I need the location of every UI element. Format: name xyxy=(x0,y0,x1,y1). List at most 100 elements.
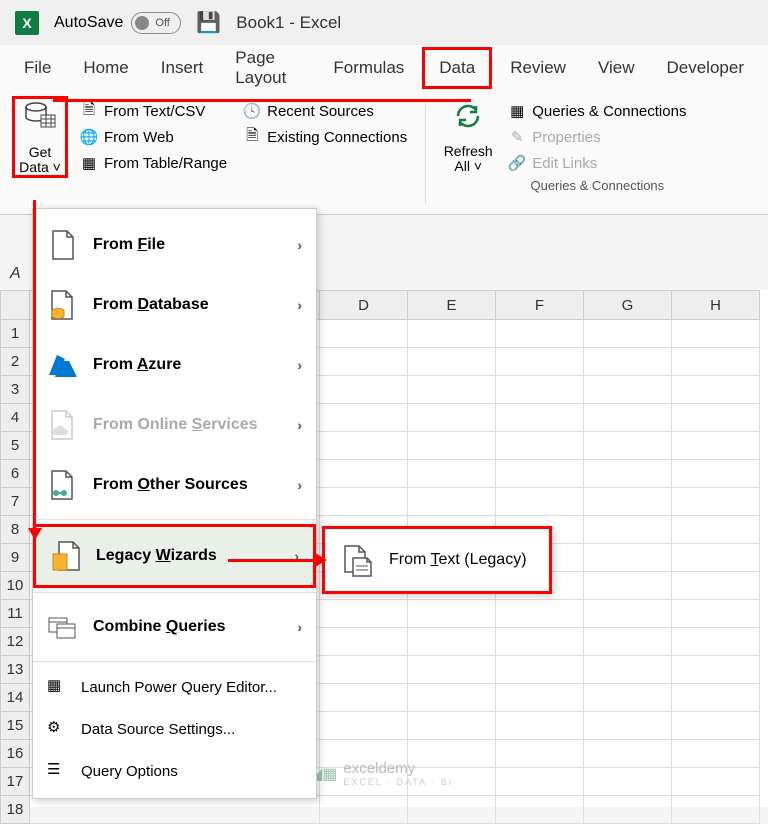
menu-legacy-wizards[interactable]: Legacy Wizards› xyxy=(33,524,316,588)
tab-data[interactable]: Data xyxy=(422,47,492,89)
menu-from-azure[interactable]: From Azure› xyxy=(33,335,316,395)
row-headers: 1 2 3 4 5 6 7 8 9 10 11 12 13 14 15 16 1… xyxy=(0,320,30,824)
col-header-g[interactable]: G xyxy=(584,290,672,320)
row-header[interactable]: 15 xyxy=(0,712,30,740)
col-header-d[interactable]: D xyxy=(320,290,408,320)
menu-launch-pq-editor[interactable]: ▦ Launch Power Query Editor... xyxy=(33,666,316,708)
get-data-menu: From File› From Database› From Azure› Fr… xyxy=(32,208,317,799)
tab-developer[interactable]: Developer xyxy=(653,50,759,86)
title-bar: X AutoSave Off 💾 Book1 - Excel xyxy=(0,0,768,45)
chevron-right-icon: › xyxy=(297,237,302,253)
row-header[interactable]: 16 xyxy=(0,740,30,768)
refresh-icon xyxy=(452,100,484,140)
tab-view[interactable]: View xyxy=(584,50,649,86)
save-icon[interactable]: 💾 xyxy=(196,10,221,35)
menu-from-other-sources[interactable]: From Other Sources› xyxy=(33,455,316,515)
edit-links: 🔗Edit Links xyxy=(504,152,690,174)
recent-sources[interactable]: 🕓Recent Sources xyxy=(239,100,411,122)
from-text-legacy-label: From Text (Legacy) xyxy=(389,551,527,569)
from-web[interactable]: 🌐From Web xyxy=(76,126,231,148)
chevron-right-icon: › xyxy=(297,477,302,493)
other-sources-icon xyxy=(47,469,79,501)
tab-insert[interactable]: Insert xyxy=(147,50,218,86)
row-header[interactable]: 14 xyxy=(0,684,30,712)
menu-query-options[interactable]: ☰ Query Options xyxy=(33,750,316,792)
row-header[interactable]: 7 xyxy=(0,488,30,516)
legacy-wizard-icon xyxy=(50,540,82,572)
document-title: Book1 - Excel xyxy=(236,13,341,33)
properties-icon: ✎ xyxy=(508,128,526,146)
menu-from-file[interactable]: From File› xyxy=(33,215,316,275)
azure-icon xyxy=(47,349,79,381)
row-header[interactable]: 5 xyxy=(0,432,30,460)
col-header-e[interactable]: E xyxy=(408,290,496,320)
annotation-arrowhead xyxy=(28,528,42,540)
row-header[interactable]: 4 xyxy=(0,404,30,432)
queries-group-label: Queries & Connections xyxy=(504,178,690,193)
refresh-label1: Refresh xyxy=(444,143,493,159)
row-header[interactable]: 10 xyxy=(0,572,30,600)
refresh-all-button[interactable]: RefreshAll ˅ xyxy=(440,96,496,178)
autosave-state: Off xyxy=(155,17,169,29)
legacy-wizards-submenu[interactable]: From Text (Legacy) xyxy=(322,526,552,594)
database-icon xyxy=(23,99,57,141)
col-header-f[interactable]: F xyxy=(496,290,584,320)
database-file-icon xyxy=(47,289,79,321)
chevron-right-icon: › xyxy=(297,357,302,373)
row-header[interactable]: 1 xyxy=(0,320,30,348)
file-icon: 🗎 xyxy=(80,102,98,120)
get-data-label2: Data xyxy=(19,159,49,175)
tab-file[interactable]: File xyxy=(10,50,65,86)
menu-combine-queries[interactable]: Combine Queries› xyxy=(33,597,316,657)
existing-connections[interactable]: 🗎Existing Connections xyxy=(239,126,411,148)
row-header[interactable]: 18 xyxy=(0,796,30,824)
row-header[interactable]: 11 xyxy=(0,600,30,628)
recent-icon: 🕓 xyxy=(243,102,261,120)
queries-icon: ▦ xyxy=(508,102,526,120)
ribbon-col-1: 🗎From Text/CSV 🌐From Web ▦From Table/Ran… xyxy=(76,96,231,208)
options-icon: ☰ xyxy=(47,760,69,782)
tab-formulas[interactable]: Formulas xyxy=(319,50,418,86)
row-header[interactable]: 17 xyxy=(0,768,30,796)
ribbon: GetData ˅ 🗎From Text/CSV 🌐From Web ▦From… xyxy=(0,90,768,215)
ribbon-tabs: File Home Insert Page Layout Formulas Da… xyxy=(0,45,768,90)
name-box[interactable]: A xyxy=(10,265,30,283)
autosave-toggle[interactable]: Off xyxy=(131,12,181,34)
autosave-control[interactable]: AutoSave Off xyxy=(54,12,181,34)
queries-col: ▦Queries & Connections ✎Properties 🔗Edit… xyxy=(504,96,690,174)
menu-data-source-settings[interactable]: ⚙ Data Source Settings... xyxy=(33,708,316,750)
col-header-h[interactable]: H xyxy=(672,290,760,320)
row-header[interactable]: 13 xyxy=(0,656,30,684)
from-table-range[interactable]: ▦From Table/Range xyxy=(76,152,231,174)
annotation-arrow xyxy=(53,99,471,102)
connection-icon: 🗎 xyxy=(243,128,261,146)
annotation-arrowhead xyxy=(315,553,327,567)
chevron-right-icon: › xyxy=(297,297,302,313)
excel-app-icon: X xyxy=(15,11,39,35)
from-text-csv[interactable]: 🗎From Text/CSV xyxy=(76,100,231,122)
tab-review[interactable]: Review xyxy=(496,50,580,86)
tab-page-layout[interactable]: Page Layout xyxy=(221,40,315,96)
autosave-label: AutoSave xyxy=(54,14,123,32)
watermark-tag: EXCEL · DATA · BI xyxy=(343,777,453,787)
row-header[interactable]: 6 xyxy=(0,460,30,488)
menu-separator xyxy=(33,519,316,520)
row-header[interactable]: 3 xyxy=(0,376,30,404)
separator xyxy=(425,100,426,204)
tab-home[interactable]: Home xyxy=(69,50,142,86)
cloud-file-icon xyxy=(47,409,79,441)
row-header[interactable]: 2 xyxy=(0,348,30,376)
select-all-corner[interactable] xyxy=(0,290,30,320)
row-header[interactable]: 9 xyxy=(0,544,30,572)
queries-connections[interactable]: ▦Queries & Connections xyxy=(504,100,690,122)
get-data-label1: Get xyxy=(29,144,52,160)
annotation-arrow xyxy=(33,200,36,530)
watermark-name: exceldemy xyxy=(343,760,415,777)
properties: ✎Properties xyxy=(504,126,690,148)
menu-from-database[interactable]: From Database› xyxy=(33,275,316,335)
globe-icon: 🌐 xyxy=(80,128,98,146)
row-header[interactable]: 12 xyxy=(0,628,30,656)
get-data-button[interactable]: GetData ˅ xyxy=(12,96,68,178)
row-header[interactable]: 8 xyxy=(0,516,30,544)
watermark: ◢▦ exceldemy EXCEL · DATA · BI xyxy=(310,760,453,787)
